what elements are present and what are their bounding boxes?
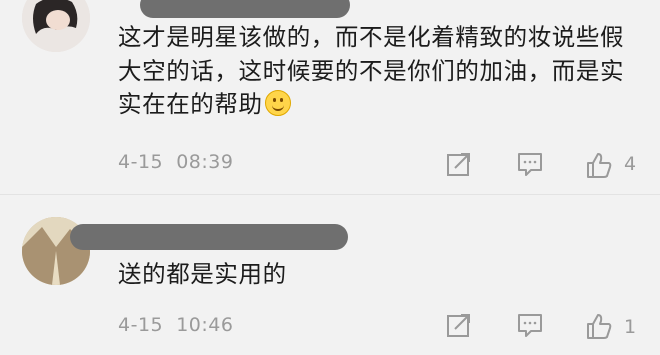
comment-date: 4-15	[118, 314, 164, 336]
reply-icon[interactable]	[517, 312, 543, 338]
like-icon[interactable]	[585, 312, 613, 340]
like-icon[interactable]	[585, 151, 613, 179]
comment-text: 这才是明星该做的，而不是化着精致的妆说些假大空的话，这时候要的不是你们的加油，而…	[118, 21, 638, 122]
share-icon[interactable]	[446, 151, 472, 177]
comment-date: 4-15	[118, 151, 164, 173]
smile-emoji-icon	[264, 90, 291, 116]
comment-time: 08:39	[176, 151, 234, 173]
share-icon[interactable]	[446, 312, 472, 338]
redacted-username	[140, 0, 350, 18]
comment-timestamp: 4-15 08:39	[118, 151, 233, 173]
avatar[interactable]	[22, 0, 90, 52]
comment-timestamp: 4-15 10:46	[118, 314, 233, 336]
reply-icon[interactable]	[517, 151, 543, 177]
comment-item: 这才是明星该做的，而不是化着精致的妆说些假大空的话，这时候要的不是你们的加油，而…	[0, 0, 660, 195]
comment-time: 10:46	[176, 314, 234, 336]
comment-text: 送的都是实用的	[118, 258, 638, 292]
comment-body: 这才是明星该做的，而不是化着精致的妆说些假大空的话，这时候要的不是你们的加油，而…	[118, 23, 625, 118]
redacted-username	[70, 224, 348, 250]
comment-body: 送的都是实用的	[118, 260, 287, 288]
like-count: 4	[624, 153, 637, 175]
comment-item: 送的都是实用的 4-15 10:46 1	[0, 195, 660, 355]
like-count: 1	[624, 316, 637, 338]
